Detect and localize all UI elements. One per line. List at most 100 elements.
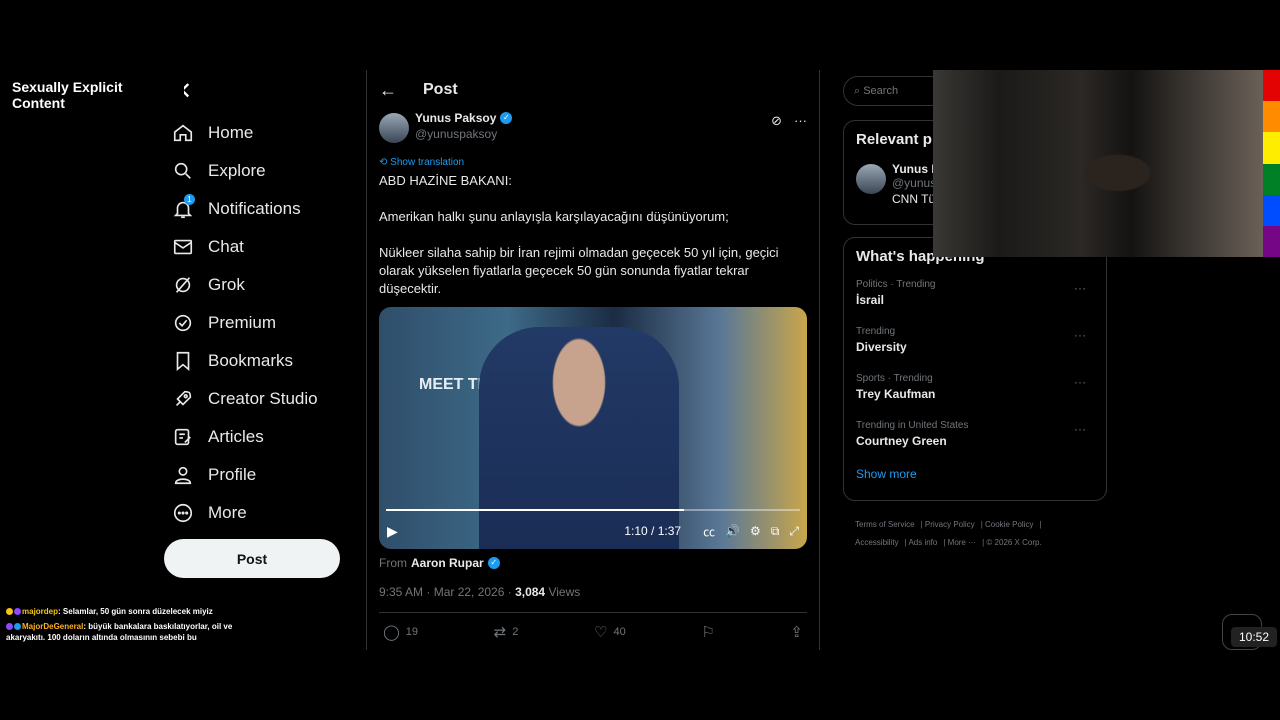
translate-icon: ⟲: [379, 157, 391, 168]
reply-button[interactable]: ◯ 19: [383, 623, 418, 641]
views-label: Views: [545, 585, 581, 599]
nav-label: Profile: [208, 465, 257, 484]
author-handle[interactable]: @yunuspaksoy: [415, 127, 512, 141]
fullscreen-icon[interactable]: ⤢: [789, 524, 799, 539]
nav-item-explore[interactable]: Explore: [164, 152, 354, 190]
verified-icon: ✓: [487, 557, 500, 569]
video-progress-bar[interactable]: [386, 509, 800, 511]
nav-item-chat[interactable]: Chat: [164, 228, 354, 266]
nav-item-more[interactable]: More: [164, 494, 354, 532]
footer-link[interactable]: Privacy Policy: [925, 520, 975, 529]
footer-link[interactable]: Terms of Service: [855, 520, 915, 529]
footer-link[interactable]: Cookie Policy: [985, 520, 1033, 529]
footer-link[interactable]: Accessibility: [855, 538, 899, 547]
video-player[interactable]: MEET THE PRESS ▶ 1:10 / 1:37 ㏄ 🔊 ⚙ ⧉ ⤢: [379, 307, 807, 549]
search-placeholder: Search: [863, 85, 899, 97]
rainbow-bar: [1263, 70, 1280, 258]
nav-item-creator-studio[interactable]: Creator Studio: [164, 380, 354, 418]
trend-item[interactable]: Trending in United States Courtney Green…: [856, 420, 1094, 467]
trend-context: Trending: [856, 326, 896, 337]
clock: 10:52: [1231, 627, 1277, 647]
grok-icon[interactable]: ⊘: [771, 113, 782, 129]
rainbow-stripe: [1263, 194, 1280, 226]
nav-item-articles[interactable]: Articles: [164, 418, 354, 456]
footer-link[interactable]: Ads info: [908, 538, 937, 547]
trend-item[interactable]: Trending Diversity ···: [856, 326, 1094, 373]
pip-icon[interactable]: ⧉: [771, 524, 780, 539]
nav-label: Premium: [208, 313, 277, 332]
nav-item-home[interactable]: Home: [164, 114, 354, 152]
nav-item-premium[interactable]: Premium: [164, 304, 354, 342]
nav-label: Explore: [208, 161, 266, 180]
settings-icon[interactable]: ⚙: [750, 524, 761, 538]
captions-icon[interactable]: ㏄: [703, 523, 715, 540]
more-circle-icon: [172, 502, 194, 524]
avatar[interactable]: [379, 113, 409, 143]
bookmark-icon: [172, 350, 194, 372]
more-options-icon[interactable]: ···: [1074, 281, 1086, 295]
from-user[interactable]: Aaron Rupar: [411, 556, 484, 570]
back-arrow-icon[interactable]: ←: [379, 80, 405, 101]
volume-icon[interactable]: 🔊: [725, 524, 740, 538]
more-options-icon[interactable]: ···: [1074, 375, 1086, 389]
verified-badge-icon: [172, 312, 194, 334]
share-icon: ⇪: [790, 624, 803, 641]
trend-context: Trending in United States: [856, 420, 969, 431]
nav-label: Creator Studio: [208, 389, 318, 408]
nav-item-notifications[interactable]: 1 Notifications: [164, 190, 354, 228]
chat-username: majordep: [22, 607, 59, 616]
stream-chat: majordep: Selamlar, 50 gün sonra düzelec…: [6, 606, 246, 647]
column-divider: [819, 70, 820, 650]
repost-button[interactable]: ⇄ 2: [494, 623, 519, 641]
copyright: © 2026 X Corp.: [986, 538, 1042, 547]
whats-happening-panel: What's happening Politics · Trending İsr…: [843, 237, 1107, 501]
author-name-row[interactable]: Yunus Paksoy ✓: [415, 111, 513, 125]
post-button[interactable]: Post: [164, 539, 340, 578]
nav-label: Grok: [208, 275, 245, 294]
search-icon: ⌕: [854, 85, 864, 97]
article-icon: [172, 426, 194, 448]
views-count: 3,084: [515, 585, 546, 599]
show-more-link[interactable]: Show more: [856, 467, 1094, 481]
webcam-overlay: [933, 70, 1263, 257]
show-translation-link[interactable]: ⟲ Show translation: [379, 157, 807, 168]
show-translation-label: Show translation: [390, 157, 465, 168]
trend-item[interactable]: Politics · Trending İsrail ···: [856, 279, 1094, 326]
post-paragraph: Nükleer silaha sahip bir İran rejimi olm…: [379, 245, 779, 296]
page-title: Post: [423, 81, 458, 98]
nav-label: Chat: [208, 237, 244, 256]
play-icon[interactable]: ▶: [387, 523, 398, 540]
bookmark-button[interactable]: ⚐: [701, 623, 714, 641]
more-options-icon[interactable]: ···: [794, 113, 807, 129]
avatar[interactable]: [856, 164, 886, 194]
author-name[interactable]: Yunus Paksoy: [415, 111, 496, 125]
post-author: Yunus Paksoy ✓ @yunuspaksoy ⊘ ···: [379, 111, 807, 143]
nav-item-profile[interactable]: Profile: [164, 456, 354, 494]
chat-message: majordep: Selamlar, 50 gün sonra düzelec…: [6, 606, 246, 617]
nav-label: Bookmarks: [208, 351, 294, 370]
repost-count: 2: [512, 626, 519, 638]
post-text: ABD HAZİNE BAKANI: Amerikan halkı şunu a…: [379, 172, 807, 298]
like-button[interactable]: ♡ 40: [594, 623, 626, 641]
home-icon: [172, 122, 194, 144]
trend-item[interactable]: Sports · Trending Trey Kaufman ···: [856, 373, 1094, 420]
post-header: ← Post: [379, 70, 807, 110]
trend-name: İsrail: [856, 293, 885, 307]
share-button[interactable]: ⇪: [790, 623, 803, 641]
post-meta: 9:35 AM · Mar 22, 2026 · 3,084 Views: [379, 585, 580, 599]
footer-link[interactable]: More ···: [948, 538, 976, 547]
post-timestamp[interactable]: 9:35 AM · Mar 22, 2026 ·: [379, 585, 515, 599]
column-divider: [366, 70, 367, 650]
content-warning-label: Sexually Explicit Content: [4, 76, 184, 111]
divider: [379, 612, 807, 613]
nav-label: Notifications: [208, 199, 301, 218]
mail-icon: [172, 236, 194, 258]
nav-item-grok[interactable]: Grok: [164, 266, 354, 304]
more-options-icon[interactable]: ···: [1074, 328, 1086, 342]
chat-text: Selamlar, 50 gün sonra düzelecek miyiz: [62, 607, 213, 616]
more-options-icon[interactable]: ···: [1074, 422, 1086, 436]
nav-item-bookmarks[interactable]: Bookmarks: [164, 342, 354, 380]
person-icon: [172, 464, 194, 486]
rainbow-stripe: [1263, 163, 1280, 195]
badge-icon: [14, 608, 21, 615]
